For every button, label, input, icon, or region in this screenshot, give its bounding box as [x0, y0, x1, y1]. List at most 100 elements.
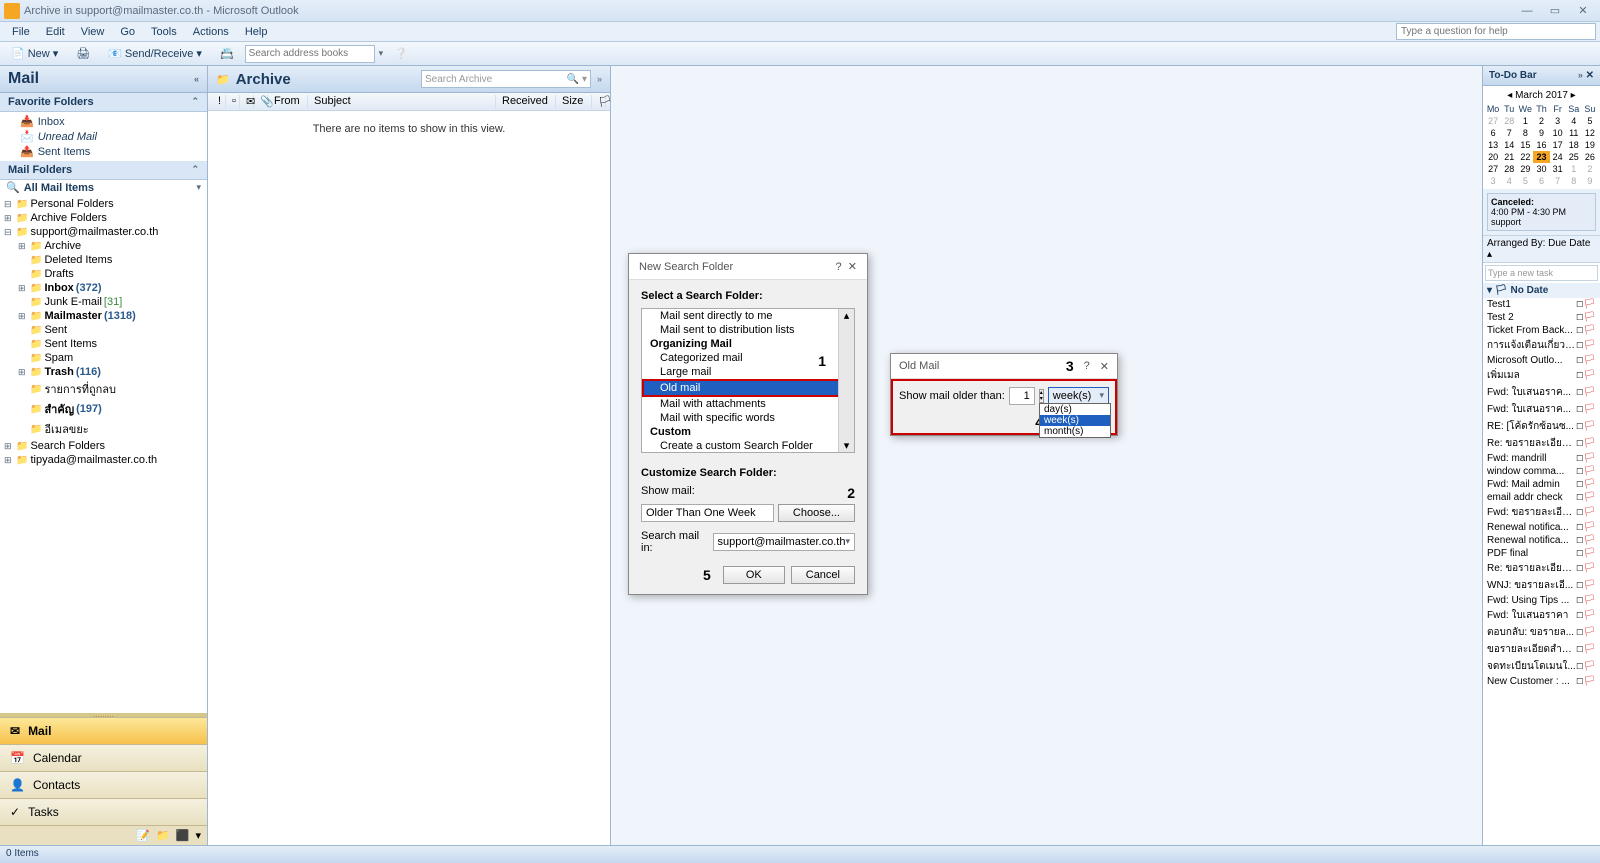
old-mail-help-icon[interactable]: ? — [1084, 360, 1090, 372]
unit-dropdown-list[interactable]: day(s) week(s) month(s) — [1039, 403, 1111, 438]
address-book-button[interactable]: 📇 — [213, 44, 241, 63]
expand-icon[interactable]: » — [597, 74, 602, 84]
menu-view[interactable]: View — [73, 24, 113, 40]
task-item[interactable]: Ticket From Back...☐🏳 — [1483, 324, 1600, 337]
task-item[interactable]: email addr check☐🏳 — [1483, 491, 1600, 504]
help-button[interactable]: ❔ — [387, 44, 415, 63]
nav-calendar-button[interactable]: 📅 Calendar — [0, 744, 207, 771]
task-item[interactable]: window comma...☐🏳 — [1483, 465, 1600, 478]
new-task-input[interactable]: Type a new task — [1485, 265, 1598, 281]
close-button[interactable]: ✕ — [1570, 3, 1596, 19]
fav-unread[interactable]: 📩 Unread Mail — [0, 129, 207, 144]
folder-item[interactable]: ⊞📁 Inbox (372) — [0, 281, 207, 295]
listbox-item[interactable]: Mail sent to distribution lists — [642, 323, 854, 337]
folder-item[interactable]: ⊞📁 Archive Folders — [0, 211, 207, 225]
nav-folder-icon[interactable]: 📁 — [156, 829, 170, 842]
menu-go[interactable]: Go — [112, 24, 143, 40]
date-navigator[interactable]: ◂ March 2017 ▸ MoTuWeThFrSaSu27281234567… — [1483, 86, 1600, 189]
nav-notes-icon[interactable]: 📝 — [136, 829, 150, 842]
nav-more-icon[interactable]: ▾ — [195, 829, 201, 842]
menu-tools[interactable]: Tools — [143, 24, 185, 40]
task-item[interactable]: จดทะเบียนโดเมนใ...☐🏳 — [1483, 658, 1600, 675]
choose-button[interactable]: Choose... — [778, 504, 855, 522]
task-item[interactable]: ขอรายละเอียดสำห...☐🏳 — [1483, 641, 1600, 658]
search-in-dropdown[interactable]: support@mailmaster.co.th▾ — [713, 533, 855, 551]
task-arrange-header[interactable]: Arranged By: Due Date ▴ — [1483, 236, 1600, 263]
fav-inbox[interactable]: 📥 Inbox — [0, 114, 207, 129]
folder-item[interactable]: 📁 Spam — [0, 351, 207, 365]
listbox-item[interactable]: Mail with attachments — [642, 397, 854, 411]
folder-item[interactable]: 📁 Deleted Items — [0, 253, 207, 267]
folder-item[interactable]: 📁 รายการที่ถูกลบ — [0, 379, 207, 399]
send-receive-button[interactable]: 📧Send/Receive ▾ — [101, 44, 209, 63]
listbox-item-selected[interactable]: Old mail — [642, 379, 854, 397]
address-search-input[interactable] — [245, 45, 375, 63]
menu-file[interactable]: File — [4, 24, 38, 40]
folder-item[interactable]: ⊞📁 tipyada@mailmaster.co.th — [0, 453, 207, 467]
collapse-icon[interactable]: « — [194, 74, 199, 84]
task-item[interactable]: New Customer : ...☐🏳 — [1483, 675, 1600, 688]
option-weeks[interactable]: week(s) — [1040, 415, 1110, 426]
listbox-item[interactable]: Create a custom Search Folder — [642, 439, 854, 453]
spinner-down[interactable]: ▾ — [1040, 396, 1043, 402]
cancel-button[interactable]: Cancel — [791, 566, 855, 584]
task-item[interactable]: Fwd: mandrill☐🏳 — [1483, 452, 1600, 465]
folder-item[interactable]: 📁 สำคัญ (197) — [0, 399, 207, 419]
fav-sent[interactable]: 📤 Sent Items — [0, 144, 207, 159]
search-folder-listbox[interactable]: Mail sent directly to meMail sent to dis… — [641, 308, 855, 453]
task-item[interactable]: RE: [โค้ดรักซ้อนซ...☐🏳 — [1483, 418, 1600, 435]
listbox-item[interactable]: Mail sent directly to me — [642, 309, 854, 323]
task-item[interactable]: Fwd: Mail admin☐🏳 — [1483, 478, 1600, 491]
task-item[interactable]: Fwd: ใบเสนอราคา☐🏳 — [1483, 607, 1600, 624]
task-item[interactable]: Renewal notifica...☐🏳 — [1483, 534, 1600, 547]
folder-item[interactable]: ⊞📁 Mailmaster (1318) — [0, 309, 207, 323]
nav-mail-button[interactable]: ✉ Mail — [0, 717, 207, 744]
task-item[interactable]: Microsoft Outlo...☐🏳 — [1483, 354, 1600, 367]
folder-item[interactable]: 📁 อีเมลขยะ — [0, 419, 207, 439]
ok-button[interactable]: OK — [723, 566, 785, 584]
task-item[interactable]: Fwd: ขอรายละเอีย...☐🏳 — [1483, 504, 1600, 521]
task-item[interactable]: Fwd: ใบเสนอราค...☐🏳 — [1483, 384, 1600, 401]
folder-item[interactable]: ⊟📁 support@mailmaster.co.th — [0, 225, 207, 239]
column-headers[interactable]: !▫✉📎 From Subject Received Size 🏳 — [208, 93, 610, 111]
menu-edit[interactable]: Edit — [38, 24, 73, 40]
old-mail-close-icon[interactable]: ✕ — [1100, 360, 1109, 373]
todo-collapse-icon[interactable]: » — [1578, 70, 1583, 80]
all-mail-items[interactable]: 🔍 All Mail Items ▾ — [0, 180, 207, 195]
option-days[interactable]: day(s) — [1040, 404, 1110, 415]
minimize-button[interactable]: — — [1514, 3, 1540, 19]
task-item[interactable]: PDF final☐🏳 — [1483, 547, 1600, 560]
folder-item[interactable]: 📁 Sent Items — [0, 337, 207, 351]
nav-tasks-button[interactable]: ✓ Tasks — [0, 798, 207, 825]
dialog-close-icon[interactable]: ✕ — [848, 261, 857, 273]
new-button[interactable]: 📄New ▾ — [4, 44, 65, 63]
nav-contacts-button[interactable]: 👤 Contacts — [0, 771, 207, 798]
scrollbar[interactable]: ▴ ▾ — [838, 309, 854, 452]
task-item[interactable]: ตอบกลับ: ขอรายล...☐🏳 — [1483, 624, 1600, 641]
nav-shortcuts-icon[interactable]: ⬛ — [176, 829, 190, 842]
search-folder-input[interactable]: Search Archive 🔍 ▾ — [421, 70, 591, 88]
appointment-item[interactable]: Canceled: 4:00 PM - 4:30 PM support — [1487, 193, 1596, 231]
menu-help[interactable]: Help — [237, 24, 276, 40]
help-search-input[interactable] — [1396, 23, 1596, 40]
task-item[interactable]: Fwd: Using Tips ...☐🏳 — [1483, 594, 1600, 607]
folder-item[interactable]: 📁 Drafts — [0, 267, 207, 281]
folder-item[interactable]: ⊞📁 Trash (116) — [0, 365, 207, 379]
task-item[interactable]: Re: ขอรายละเอียด...☐🏳 — [1483, 435, 1600, 452]
folder-item[interactable]: ⊞📁 Archive — [0, 239, 207, 253]
folder-item[interactable]: ⊟📁 Personal Folders — [0, 197, 207, 211]
task-group-nodate[interactable]: ▾ 🏳 No Date — [1483, 283, 1600, 298]
folder-item[interactable]: 📁 Junk E-mail [31] — [0, 295, 207, 309]
older-than-value[interactable] — [1009, 387, 1035, 405]
task-item[interactable]: Test 2☐🏳 — [1483, 311, 1600, 324]
listbox-item[interactable]: Mail with specific words — [642, 411, 854, 425]
mail-folders-header[interactable]: Mail Folders⌃ — [0, 161, 207, 180]
search-icon[interactable]: 🔍 ▾ — [567, 74, 587, 85]
task-item[interactable]: WNJ: ขอรายละเอี...☐🏳 — [1483, 577, 1600, 594]
menu-actions[interactable]: Actions — [185, 24, 237, 40]
task-item[interactable]: Re: ขอรายละเอียด...☐🏳 — [1483, 560, 1600, 577]
folder-item[interactable]: ⊞📁 Search Folders — [0, 439, 207, 453]
task-item[interactable]: Renewal notifica...☐🏳 — [1483, 521, 1600, 534]
favorite-folders-header[interactable]: Favorite Folders⌃ — [0, 93, 207, 112]
task-item[interactable]: การแจ้งเตือนเกี่ยวก...☐🏳 — [1483, 337, 1600, 354]
